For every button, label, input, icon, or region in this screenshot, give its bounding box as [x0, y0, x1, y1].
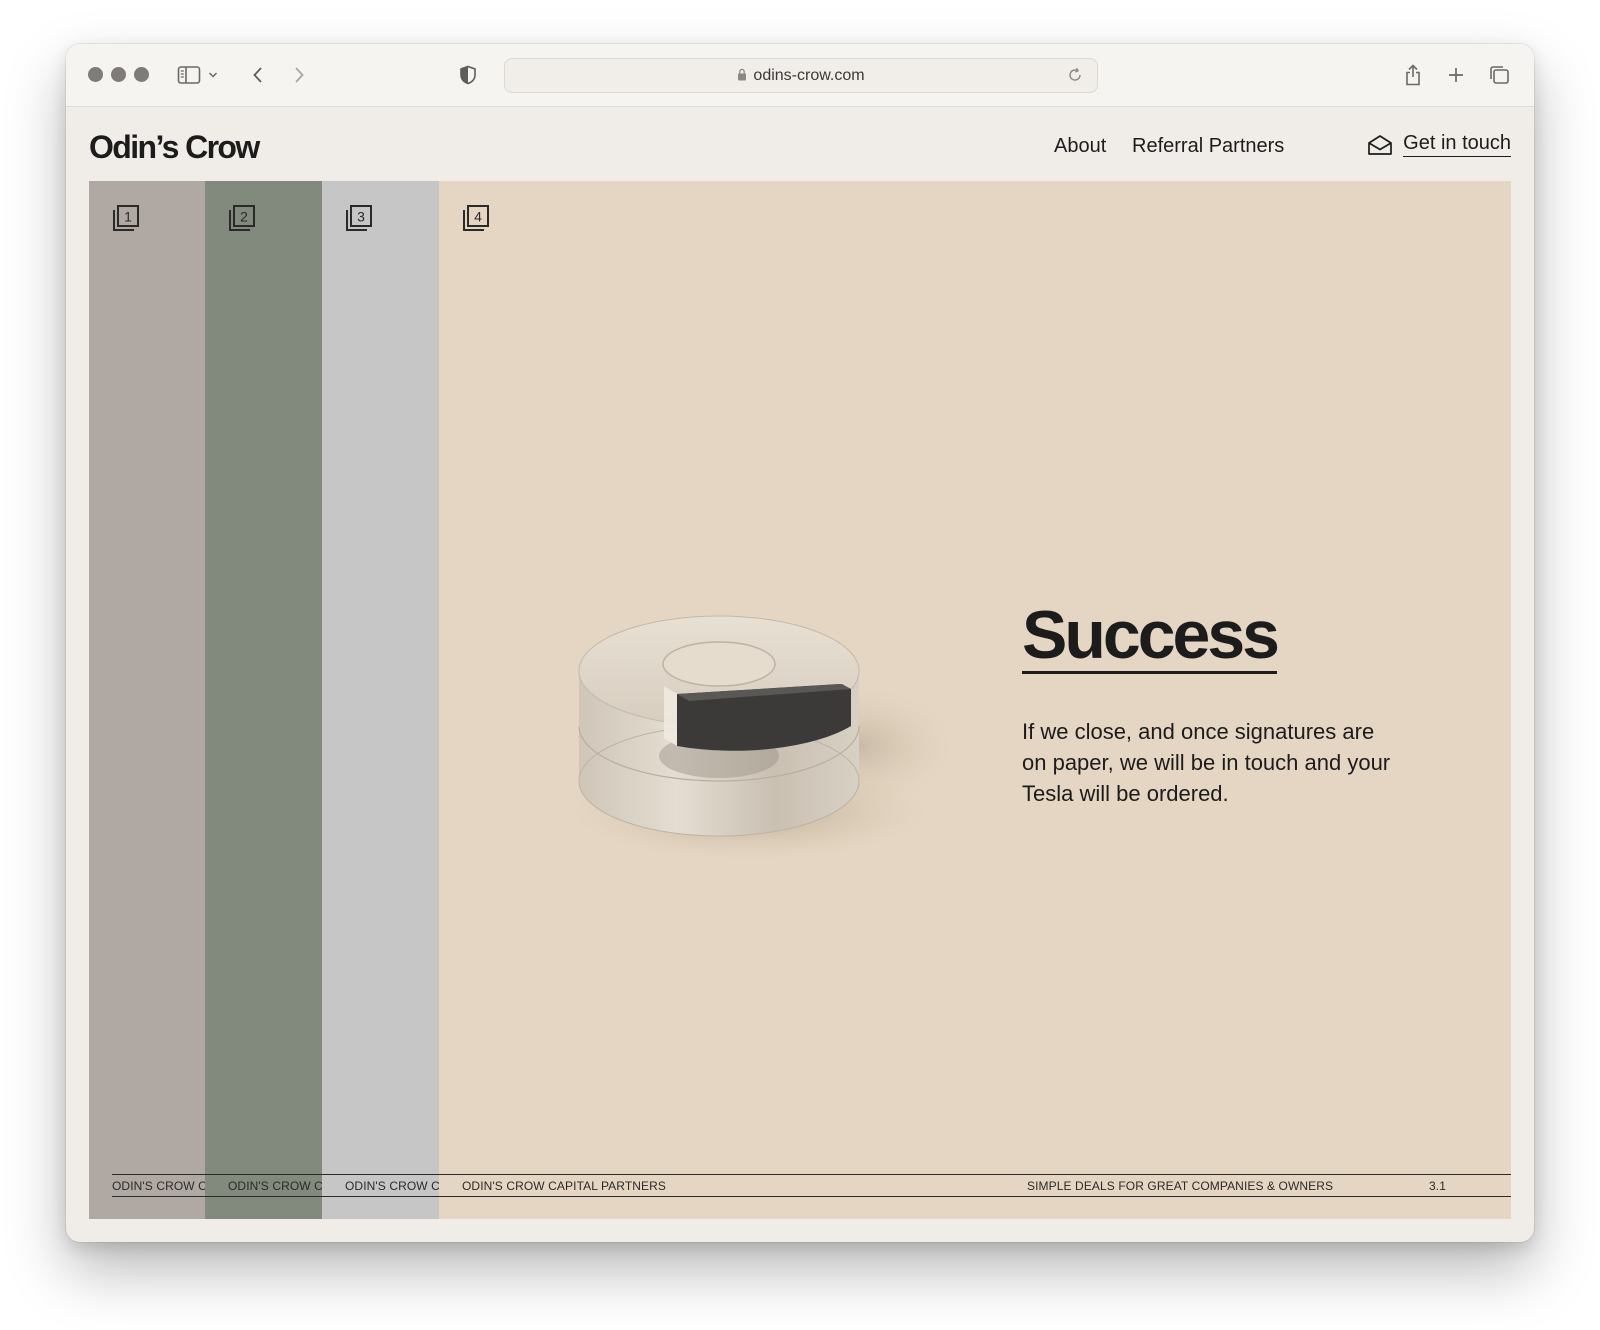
slide-number-2-icon[interactable]: 2: [227, 203, 257, 233]
svg-text:1: 1: [124, 209, 132, 225]
plus-icon[interactable]: [1441, 60, 1471, 90]
svg-text:3: 3: [357, 209, 365, 225]
chevron-right-icon[interactable]: [284, 60, 314, 90]
minimize-window-button[interactable]: [111, 67, 126, 82]
browser-window: odins-crow.com Odin’s Crow About Referra…: [66, 44, 1534, 1242]
slide-number-4-icon[interactable]: 4: [461, 203, 491, 233]
zoom-window-button[interactable]: [134, 67, 149, 82]
address-bar[interactable]: odins-crow.com: [504, 58, 1098, 93]
share-icon[interactable]: [1398, 60, 1428, 90]
slide-number-3-icon[interactable]: 3: [344, 203, 374, 233]
tabs-overview-icon[interactable]: [1484, 60, 1514, 90]
slide-headline: Success: [1022, 597, 1280, 674]
get-in-touch-label: Get in touch: [1403, 132, 1511, 157]
svg-text:4: 4: [474, 209, 482, 225]
sidebar-icon[interactable]: [174, 60, 204, 90]
panel-1-tab[interactable]: 1 ODIN'S CROW CAPITAL PARTNERS: [89, 181, 205, 1219]
panel-4-active: 4 Success If we close, and once signatur…: [439, 181, 1511, 1219]
shield-icon[interactable]: [453, 60, 483, 90]
url-display[interactable]: odins-crow.com: [505, 67, 1097, 85]
panel-3-footer-brand: ODIN'S CROW CAPITAL PARTNERS: [345, 1179, 439, 1193]
reload-icon[interactable]: [1061, 61, 1089, 89]
get-in-touch-link[interactable]: Get in touch: [1367, 132, 1511, 157]
site-logo[interactable]: Odin’s Crow: [89, 129, 260, 166]
close-window-button[interactable]: [88, 67, 103, 82]
panel-3-tab[interactable]: 3 ODIN'S CROW CAPITAL PARTNERS: [322, 181, 439, 1219]
footer-rule-top: [112, 1174, 1511, 1175]
chevron-left-icon[interactable]: [243, 60, 273, 90]
browser-toolbar: odins-crow.com: [66, 44, 1534, 107]
svg-text:2: 2: [240, 209, 248, 225]
panel-2-tab[interactable]: 2 ODIN'S CROW CAPITAL PARTNERS: [205, 181, 322, 1219]
nav-referral-partners-link[interactable]: Referral Partners: [1132, 135, 1284, 158]
glass-puck-illustration: [569, 615, 954, 861]
page-number: 3.1: [1429, 1179, 1446, 1193]
envelope-icon: [1368, 134, 1393, 155]
slide-body-text: If we close, and once signatures are on …: [1022, 719, 1391, 806]
lock-icon: [738, 68, 747, 81]
nav-about-link[interactable]: About: [1054, 135, 1106, 158]
panel-1-footer-brand: ODIN'S CROW CAPITAL PARTNERS: [112, 1179, 205, 1193]
slide-number-1-icon[interactable]: 1: [111, 203, 141, 233]
footer-rule-bottom: [112, 1196, 1511, 1197]
slides-stage: 4 Success If we close, and once signatur…: [89, 181, 1511, 1219]
panel-2-footer-brand: ODIN'S CROW CAPITAL PARTNERS: [228, 1179, 322, 1193]
url-text: odins-crow.com: [753, 67, 865, 84]
chevron-down-icon[interactable]: [204, 60, 222, 90]
